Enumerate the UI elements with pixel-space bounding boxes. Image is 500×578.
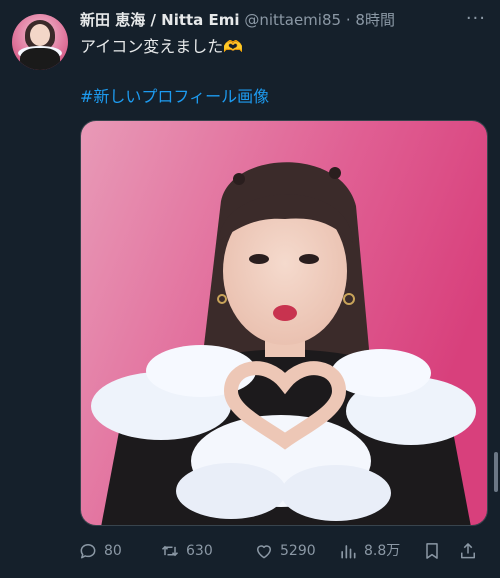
tweet-text: アイコン変えました🫶 bbox=[80, 37, 244, 56]
action-bar: 80 630 5290 8.8万 bbox=[78, 538, 490, 564]
time-separator: · bbox=[345, 11, 351, 29]
tweet-photo[interactable] bbox=[80, 120, 488, 526]
tweet-header: 新田 恵海 / Nitta Emi @nittaemi85 · 8時間 bbox=[80, 10, 460, 30]
avatar-body bbox=[20, 48, 60, 70]
author-handle[interactable]: @nittaemi85 bbox=[244, 11, 341, 29]
reply-icon bbox=[80, 544, 96, 559]
tweet: 新田 恵海 / Nitta Emi @nittaemi85 · 8時間 ··· … bbox=[0, 0, 500, 578]
photo-illustration bbox=[81, 121, 487, 525]
hashtag-link[interactable]: #新しいプロフィール画像 bbox=[80, 86, 269, 108]
bookmark-icon bbox=[426, 543, 438, 559]
like-button[interactable]: 5290 bbox=[254, 541, 338, 561]
retweet-button[interactable]: 630 bbox=[160, 541, 254, 561]
share-button[interactable] bbox=[458, 541, 488, 561]
avatar-face bbox=[30, 24, 50, 46]
avatar[interactable] bbox=[12, 14, 68, 70]
more-options-icon[interactable]: ··· bbox=[466, 10, 486, 28]
reply-count: 80 bbox=[104, 543, 122, 559]
author-name[interactable]: 新田 恵海 / Nitta Emi bbox=[80, 11, 240, 29]
views-count: 8.8万 bbox=[364, 543, 401, 559]
views-icon bbox=[341, 545, 356, 559]
retweet-count: 630 bbox=[186, 543, 213, 559]
heart-icon bbox=[257, 545, 271, 559]
retweet-icon bbox=[161, 545, 179, 557]
reply-button[interactable]: 80 bbox=[78, 541, 160, 561]
timestamp[interactable]: 8時間 bbox=[355, 11, 395, 29]
like-count: 5290 bbox=[280, 543, 316, 559]
scrollbar[interactable] bbox=[494, 452, 498, 492]
views-button[interactable]: 8.8万 bbox=[338, 541, 422, 561]
bookmark-button[interactable] bbox=[422, 541, 458, 561]
share-icon bbox=[461, 543, 475, 559]
